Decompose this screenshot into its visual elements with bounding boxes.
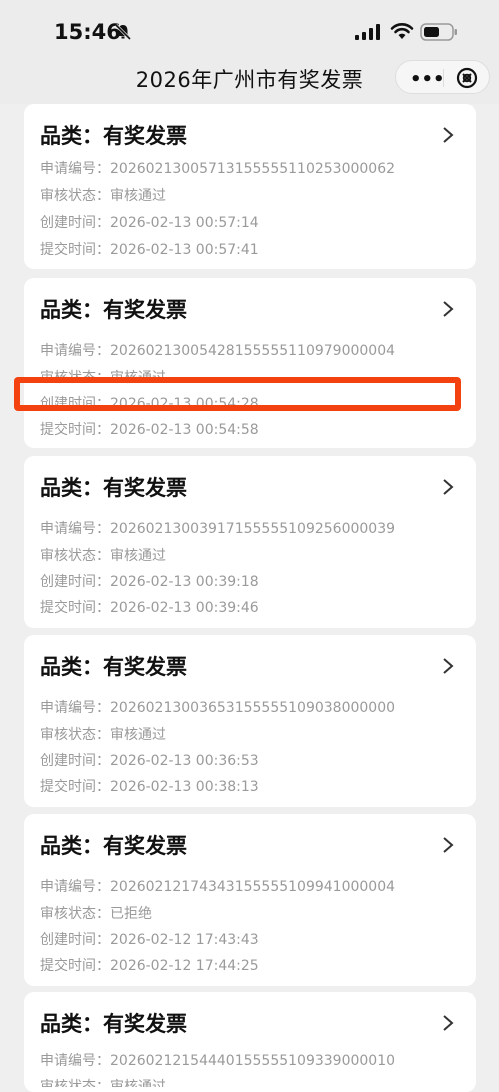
review-status-row: 审核状态：审核通过 (40, 188, 166, 204)
review-status: 审核通过 (110, 548, 166, 564)
created-time-row: 创建时间：2026-02-13 00:39:18 (40, 574, 259, 590)
application-number: 20260212154440155555109339000010 (110, 1053, 396, 1069)
review-status-row: 审核状态：已拒绝 (40, 906, 152, 922)
chevron-right-icon (443, 127, 454, 143)
created-time: 2026-02-12 17:43:43 (110, 932, 259, 948)
card-title: 品类：有奖发票 (40, 476, 187, 500)
review-status: 审核通过 (110, 370, 166, 386)
close-icon[interactable] (456, 67, 478, 89)
application-card[interactable]: 品类：有奖发票 申请编号：202602121544401555551093390… (24, 992, 476, 1092)
cellular-signal-icon (355, 24, 380, 40)
application-number: 20260213003917155555109256000039 (110, 521, 396, 537)
review-status-row: 审核状态：审核通过 (40, 370, 166, 386)
application-number-row: 申请编号：20260213003917155555109256000039 (40, 521, 396, 537)
application-number: 20260213003653155555109038000000 (110, 700, 396, 716)
created-time-row: 创建时间：2026-02-13 00:57:14 (40, 215, 259, 231)
chevron-right-icon (443, 1015, 454, 1031)
review-status-row: 审核状态：审核通过 (40, 1076, 166, 1087)
card-title: 品类：有奖发票 (40, 298, 187, 322)
chevron-right-icon (443, 479, 454, 495)
application-number: 20260213005428155555110979000004 (110, 343, 396, 359)
submitted-time: 2026-02-13 00:57:41 (110, 242, 259, 258)
card-title: 品类：有奖发票 (40, 655, 187, 679)
submitted-time: 2026-02-13 00:38:13 (110, 779, 259, 795)
application-number-row: 申请编号：20260213005713155555110253000062 (40, 161, 396, 177)
bell-muted-icon (114, 23, 132, 41)
application-number-row: 申请编号：20260212154440155555109339000010 (40, 1053, 396, 1069)
chevron-right-icon (443, 837, 454, 853)
mini-program-capsule: ••• (395, 60, 490, 94)
application-card[interactable]: 品类：有奖发票 申请编号：202602130054281555551109790… (24, 278, 476, 448)
application-card[interactable]: 品类：有奖发票 申请编号：202602130057131555551102530… (24, 104, 476, 269)
submitted-time: 2026-02-12 17:44:25 (110, 958, 259, 974)
created-time-row: 创建时间：2026-02-13 00:36:53 (40, 753, 259, 769)
created-time: 2026-02-13 00:54:28 (110, 396, 259, 412)
submitted-time-row: 提交时间：2026-02-13 00:57:41 (40, 242, 259, 258)
battery-icon (420, 23, 457, 41)
capsule-divider (443, 69, 444, 87)
more-button[interactable]: ••• (410, 69, 445, 90)
application-number-row: 申请编号：20260213005428155555110979000004 (40, 343, 396, 359)
review-status-row: 审核状态：审核通过 (40, 727, 166, 743)
wifi-icon (390, 23, 414, 39)
review-status: 审核通过 (110, 1079, 166, 1087)
submitted-time-row: 提交时间：2026-02-13 00:38:13 (40, 779, 259, 795)
card-title: 品类：有奖发票 (40, 834, 187, 858)
chevron-right-icon (443, 301, 454, 317)
submitted-time: 2026-02-13 00:54:58 (110, 422, 259, 438)
application-card[interactable]: 品类：有奖发票 申请编号：202602130039171555551092560… (24, 456, 476, 628)
review-status: 审核通过 (110, 188, 166, 204)
application-card[interactable]: 品类：有奖发票 申请编号：202602130036531555551090380… (24, 635, 476, 807)
review-status: 已拒绝 (110, 906, 152, 922)
card-title: 品类：有奖发票 (40, 124, 187, 148)
application-number: 20260213005713155555110253000062 (110, 161, 396, 177)
application-card[interactable]: 品类：有奖发票 申请编号：202602121743431555551099410… (24, 814, 476, 986)
application-number-row: 申请编号：20260213003653155555109038000000 (40, 700, 396, 716)
created-time: 2026-02-13 00:36:53 (110, 753, 259, 769)
created-time-row: 创建时间：2026-02-13 00:54:28 (40, 396, 259, 412)
submitted-time-row: 提交时间：2026-02-13 00:54:58 (40, 422, 259, 438)
chevron-right-icon (443, 658, 454, 674)
status-time: 15:46 (54, 20, 121, 44)
created-time-row: 创建时间：2026-02-12 17:43:43 (40, 932, 259, 948)
nav-bar: 2026年广州市有奖发票 ••• (0, 52, 499, 104)
submitted-time: 2026-02-13 00:39:46 (110, 600, 259, 616)
application-number-row: 申请编号：20260212174343155555109941000004 (40, 879, 396, 895)
created-time: 2026-02-13 00:39:18 (110, 574, 259, 590)
created-time: 2026-02-13 00:57:14 (110, 215, 259, 231)
review-status-row: 审核状态：审核通过 (40, 548, 166, 564)
application-number: 20260212174343155555109941000004 (110, 879, 396, 895)
review-status: 审核通过 (110, 727, 166, 743)
submitted-time-row: 提交时间：2026-02-12 17:44:25 (40, 958, 259, 974)
submitted-time-row: 提交时间：2026-02-13 00:39:46 (40, 600, 259, 616)
card-title: 品类：有奖发票 (40, 1012, 187, 1036)
